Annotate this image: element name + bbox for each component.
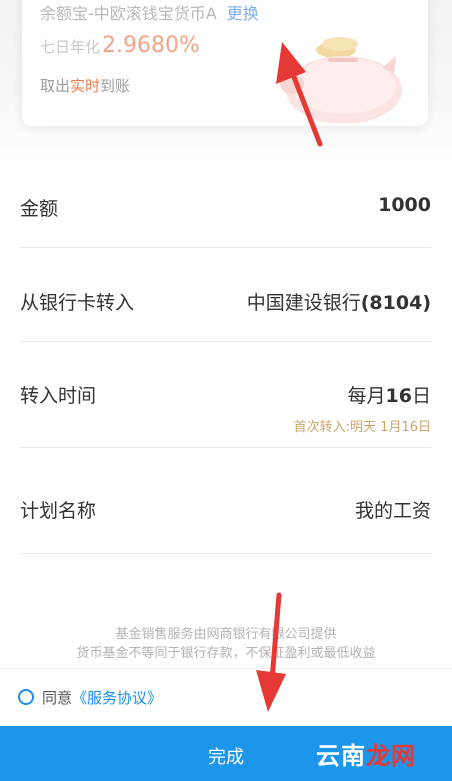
bank-name: 中国建设银行 bbox=[246, 292, 361, 314]
first-transfer-hint: 首次转入:明天 1月16日 bbox=[293, 420, 431, 435]
redeem-highlight: 实时 bbox=[70, 77, 101, 95]
transfer-time-label: 转入时间 bbox=[20, 385, 97, 407]
time-prefix: 每月 bbox=[347, 385, 386, 407]
watermark-part-1: 云南 bbox=[316, 742, 366, 770]
bank-card-label: 从银行卡转入 bbox=[20, 292, 135, 314]
card-tail: (8104) bbox=[360, 292, 431, 314]
piggy-bank-icon bbox=[280, 37, 402, 123]
watermark-part-2: 龙网 bbox=[366, 742, 416, 770]
bank-card-row[interactable]: 从银行卡转入 中国建设银行(8104) bbox=[20, 248, 431, 342]
radio-unchecked-icon[interactable] bbox=[18, 689, 34, 705]
fund-name: 余额宝-中欧滚钱宝货币A bbox=[40, 4, 217, 23]
time-suffix: 日 bbox=[411, 385, 431, 407]
redeem-suffix: 到账 bbox=[100, 77, 131, 95]
yield-row: 七日年化2.9680% bbox=[40, 33, 200, 58]
transfer-time-row[interactable]: 转入时间 每月16日 首次转入:明天 1月16日 bbox=[20, 342, 431, 448]
redeem-prefix: 取出 bbox=[40, 77, 71, 95]
agreement-bar: 同意《服务协议》 bbox=[0, 668, 452, 727]
disclaimer-line-2: 货币基金不等同于银行存款，不保证盈利或最低收益 bbox=[76, 646, 376, 661]
plan-name-label: 计划名称 bbox=[20, 500, 97, 522]
amount-value[interactable]: 1000 bbox=[378, 194, 431, 216]
bank-card-value[interactable]: 中国建设银行(8104) bbox=[247, 288, 431, 315]
amount-row[interactable]: 金额 1000 bbox=[20, 150, 431, 248]
watermark: 云南龙网 bbox=[316, 736, 416, 771]
time-day: 16 bbox=[385, 385, 412, 407]
transfer-time-value[interactable]: 每月16日 bbox=[348, 381, 431, 408]
change-fund-link[interactable]: 更换 bbox=[227, 4, 259, 23]
amount-label: 金额 bbox=[20, 198, 59, 220]
plan-name-row[interactable]: 计划名称 我的工资 bbox=[20, 448, 431, 554]
service-agreement-link[interactable]: 《服务协议》 bbox=[72, 689, 162, 707]
redeem-info: 取出实时到账 bbox=[40, 75, 130, 96]
fund-name-line: 余额宝-中欧滚钱宝货币A 更换 bbox=[40, 0, 259, 24]
yield-value: 2.9680% bbox=[102, 33, 200, 58]
agreement-prefix: 同意 bbox=[42, 689, 73, 707]
fund-card[interactable]: 余额宝-中欧滚钱宝货币A 更换 七日年化2.9680% 取出实时到账 bbox=[22, 0, 428, 126]
agreement-text: 同意《服务协议》 bbox=[42, 687, 162, 708]
plan-name-value[interactable]: 我的工资 bbox=[355, 496, 431, 523]
yield-label: 七日年化 bbox=[40, 38, 101, 56]
disclaimer-line-1: 基金销售服务由网商银行有限公司提供 bbox=[115, 627, 337, 642]
